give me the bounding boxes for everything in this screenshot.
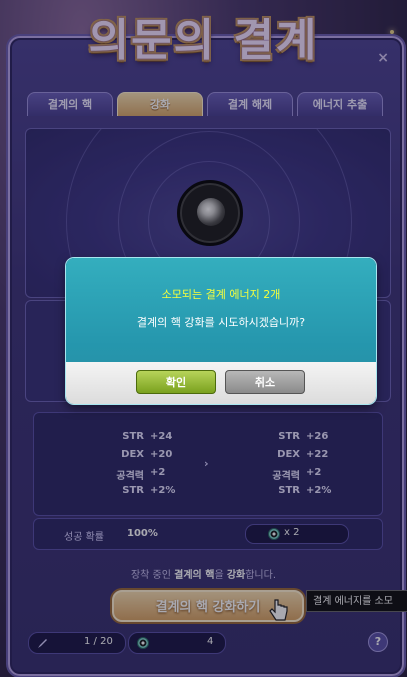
dialog-title: 소모되는 결계 에너지 2개 <box>161 288 281 301</box>
dialog-message: 결계의 핵 강화를 시도하시겠습니까? <box>136 316 306 329</box>
confirm-dialog: 소모되는 결계 에너지 2개 결계의 핵 강화를 시도하시겠습니까? 확인 취소 <box>66 258 376 404</box>
cancel-button[interactable]: 취소 <box>225 370 305 394</box>
dialog-footer: 확인 취소 <box>66 362 376 404</box>
confirm-button[interactable]: 확인 <box>136 370 216 394</box>
